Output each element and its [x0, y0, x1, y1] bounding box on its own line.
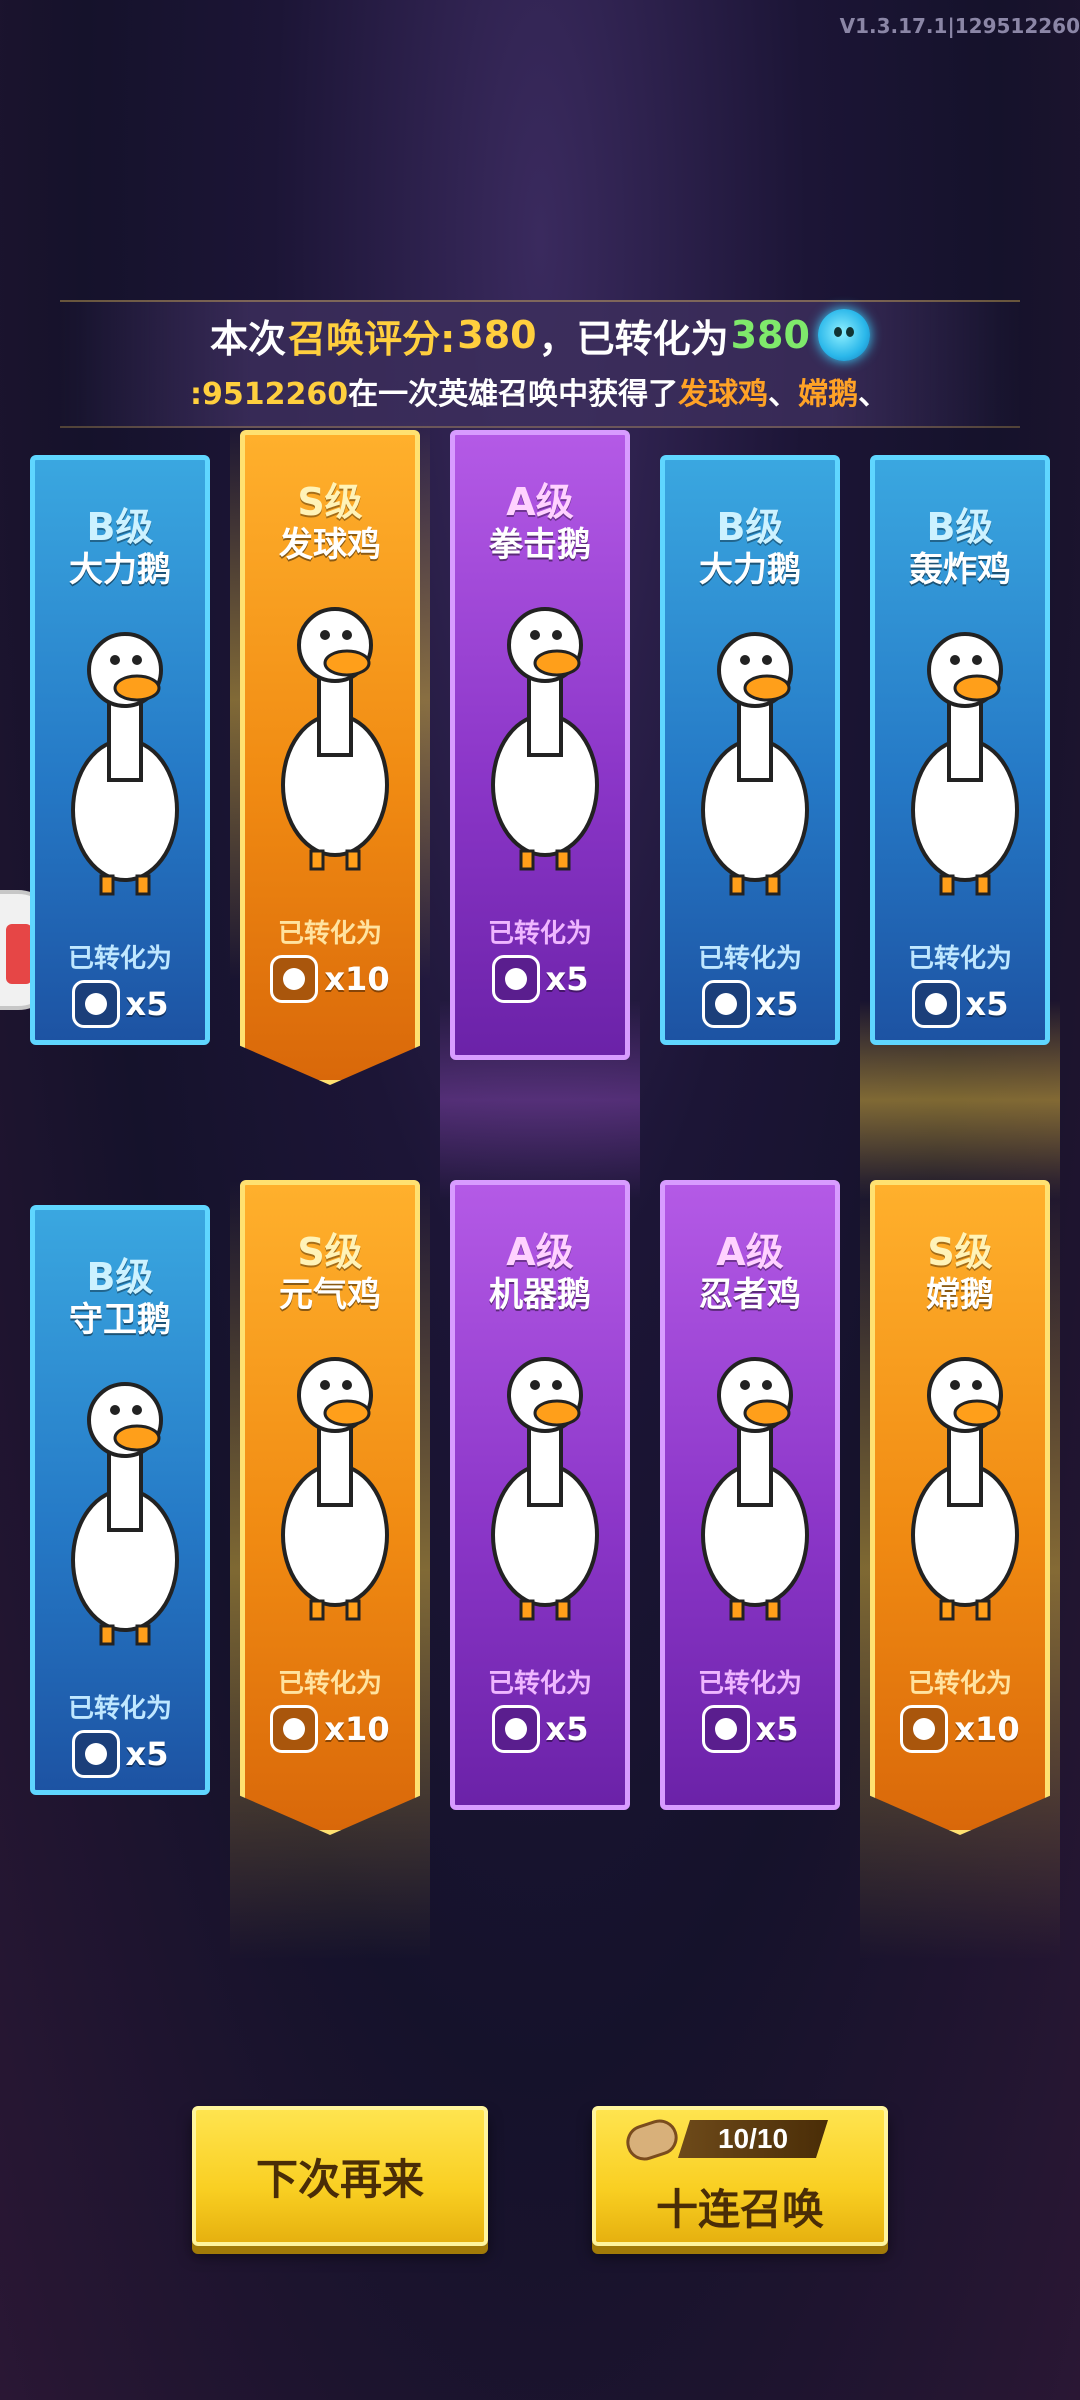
hero-card[interactable]: A级 忍者鸡 已转化为 x5: [660, 1180, 840, 1810]
shard-count: x10: [954, 1710, 1020, 1748]
converted-label: 已转化为: [907, 944, 1012, 974]
shard-reward: x5: [665, 980, 835, 1028]
converted-label: 已转化为: [277, 1669, 382, 1699]
hero-name: 轰炸鸡: [909, 550, 1011, 590]
hero-portrait-icon: [701, 1357, 809, 1621]
shard-reward: x5: [875, 980, 1045, 1028]
hero-card[interactable]: S级 元气鸡 已转化为 x10: [240, 1180, 420, 1835]
shard-count: x5: [125, 985, 169, 1023]
hero-card[interactable]: S级 发球鸡 已转化为 x10: [240, 430, 420, 1085]
hero-name: 大力鹅: [699, 550, 801, 590]
hero-card[interactable]: S级 嫦鹅 已转化为 x10: [870, 1180, 1050, 1835]
hero-portrait-icon: [491, 1357, 599, 1621]
hero-shard-icon: [71, 980, 120, 1028]
hero-shard-icon: [491, 955, 540, 1003]
shard-reward: x5: [455, 955, 625, 1003]
hero-portrait-icon: [491, 607, 599, 871]
hero-card[interactable]: A级 拳击鹅 已转化为 x5: [450, 430, 630, 1060]
hero-card[interactable]: B级 大力鹅 已转化为 x5: [660, 455, 840, 1045]
hero-name: 元气鸡: [279, 1275, 381, 1315]
hero-card[interactable]: B级 大力鹅 已转化为 x5: [30, 455, 210, 1045]
hero-shard-icon: [270, 955, 319, 1003]
hero-name: 大力鹅: [69, 550, 171, 590]
ten-summon-button[interactable]: 10/10 十连召唤: [592, 2106, 888, 2246]
converted-label: 已转化为: [487, 919, 592, 949]
shard-count: x5: [545, 1710, 589, 1748]
shard-reward: x10: [245, 1705, 415, 1753]
hero-card[interactable]: A级 机器鹅 已转化为 x5: [450, 1180, 630, 1810]
hero-portrait-icon: [281, 607, 389, 871]
hero-portrait-icon: [911, 632, 1019, 896]
hero-name: 忍者鸡: [699, 1275, 801, 1315]
converted-label: 已转化为: [67, 944, 172, 974]
converted-label: 已转化为: [697, 944, 802, 974]
hero-name: 守卫鹅: [69, 1300, 171, 1340]
hero-portrait-icon: [71, 1382, 179, 1646]
ten-summon-label: 十连召唤: [655, 2186, 824, 2233]
hero-shard-icon: [900, 1705, 949, 1753]
shard-count: x5: [125, 1735, 169, 1773]
hero-shard-icon: [71, 1730, 120, 1778]
shard-reward: x5: [35, 1730, 205, 1778]
next-time-button[interactable]: 下次再来: [192, 2106, 488, 2246]
hero-name: 机器鹅: [489, 1275, 591, 1315]
converted-label: 已转化为: [67, 1694, 172, 1724]
shard-reward: x10: [875, 1705, 1045, 1753]
hero-name: 发球鸡: [279, 525, 381, 565]
hero-card-grid: B级 大力鹅 已转化为 x5 S级 发球鸡 已转化为 x10 A级 拳击鹅 已转化为 x5 B级 大力鹅已…: [0, 0, 1080, 2400]
hero-name: 拳击鹅: [489, 525, 591, 565]
shard-count: x5: [965, 985, 1009, 1023]
hero-card[interactable]: B级 守卫鹅 已转化为 x5: [30, 1205, 210, 1795]
hero-shard-icon: [701, 1705, 750, 1753]
summon-counter: 10/10: [678, 2120, 828, 2158]
hero-shard-icon: [701, 980, 750, 1028]
shard-count: x5: [755, 1710, 799, 1748]
shard-count: x5: [545, 960, 589, 998]
hero-portrait-icon: [71, 632, 179, 896]
shard-reward: x10: [245, 955, 415, 1003]
converted-label: 已转化为: [907, 1669, 1012, 1699]
hero-card[interactable]: B级 轰炸鸡 已转化为 x5: [870, 455, 1050, 1045]
converted-label: 已转化为: [487, 1669, 592, 1699]
hero-portrait-icon: [281, 1357, 389, 1621]
hero-portrait-icon: [701, 632, 809, 896]
shard-reward: x5: [455, 1705, 625, 1753]
converted-label: 已转化为: [697, 1669, 802, 1699]
hero-shard-icon: [911, 980, 960, 1028]
shard-count: x10: [324, 960, 390, 998]
shard-count: x10: [324, 1710, 390, 1748]
hero-shard-icon: [270, 1705, 319, 1753]
scroll-icon: [621, 2114, 683, 2166]
shard-count: x5: [755, 985, 799, 1023]
hero-name: 嫦鹅: [926, 1275, 994, 1315]
hero-shard-icon: [491, 1705, 540, 1753]
shard-reward: x5: [35, 980, 205, 1028]
shard-reward: x5: [665, 1705, 835, 1753]
converted-label: 已转化为: [277, 919, 382, 949]
hero-portrait-icon: [911, 1357, 1019, 1621]
